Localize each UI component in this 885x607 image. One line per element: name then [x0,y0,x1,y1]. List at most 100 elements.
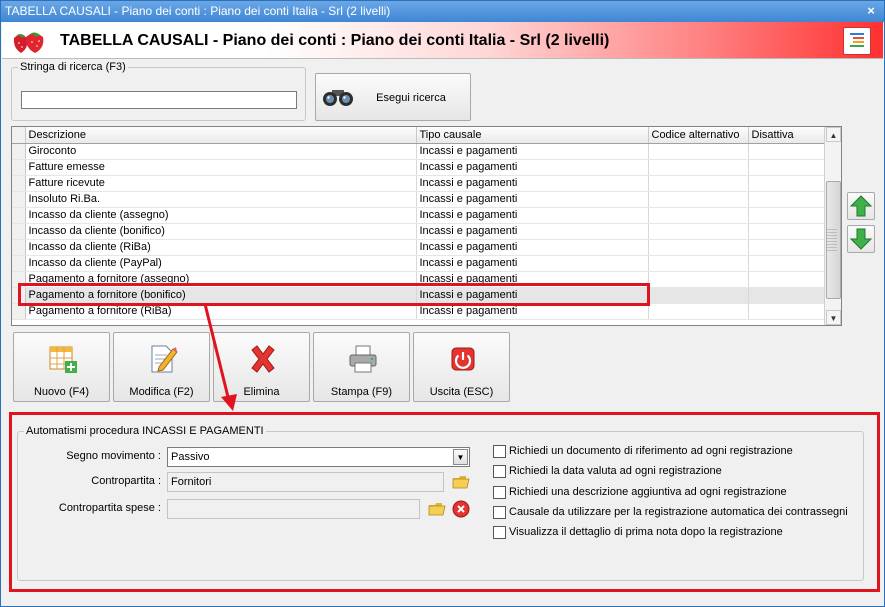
cell-disattiva [748,239,827,256]
delete-x-icon [251,345,275,373]
row-marker-header [12,127,26,144]
cell-descrizione: Incasso da cliente (assegno) [25,207,417,224]
automatismi-legend: Automatismi procedura INCASSI E PAGAMENT… [24,425,266,437]
cell-codice [648,303,749,320]
chevron-down-icon[interactable]: ▼ [453,449,468,465]
cell-disattiva [748,191,827,208]
close-icon[interactable]: × [864,4,878,18]
list-menu-icon [850,33,864,47]
table-row[interactable]: Insoluto Ri.Ba. Incassi e pagamenti [12,191,827,208]
table-row-selected[interactable]: Pagamento a fornitore (bonifico) Incassi … [12,287,827,304]
checkbox-label: Visualizza il dettaglio di prima nota do… [509,526,783,538]
checkbox-label: Richiedi la data valuta ad ogni registra… [509,465,722,477]
column-header-descrizione[interactable]: Descrizione [25,127,417,144]
window-titlebar[interactable]: TABELLA CAUSALI - Piano dei conti : Pian… [1,1,884,22]
binoculars-icon [323,90,353,106]
power-exit-icon [451,347,475,371]
move-up-button[interactable] [847,192,875,220]
folder-icon[interactable] [428,500,446,518]
checkbox-label: Richiedi una descrizione aggiuntiva ad o… [509,486,787,498]
table-row[interactable]: Pagamento a fornitore (RiBa) Incassi e pa… [12,303,827,320]
cell-descrizione: Incasso da cliente (RiBa) [25,239,417,256]
search-legend: Stringa di ricerca (F3) [18,61,128,73]
table-row[interactable]: Giroconto Incassi e pagamenti [12,143,827,160]
contropartita-spese-field[interactable] [167,499,420,519]
cell-descrizione: Pagamento a fornitore (assegno) [25,271,417,288]
cell-disattiva [748,303,827,320]
checkbox[interactable] [493,526,506,539]
cell-codice [648,271,749,288]
checkbox-label: Richiedi un documento di riferimento ad … [509,445,793,457]
cell-disattiva [748,271,827,288]
arrow-up-icon [849,195,873,217]
row-marker [12,207,26,224]
cell-tipo: Incassi e pagamenti [416,223,649,240]
cell-tipo: Incassi e pagamenti [416,271,649,288]
cell-disattiva [748,143,827,160]
cell-disattiva [748,175,827,192]
cell-disattiva [748,255,827,272]
grid-vertical-scrollbar[interactable]: ▲ ▼ [824,127,841,325]
cell-tipo: Incassi e pagamenti [416,207,649,224]
cell-tipo: Incassi e pagamenti [416,303,649,320]
app-header: TABELLA CAUSALI - Piano dei conti : Pian… [2,22,883,59]
table-row[interactable]: Incasso da cliente (bonifico) Incassi e p… [12,223,827,240]
search-input[interactable] [21,91,297,109]
cell-codice [648,239,749,256]
causali-grid[interactable]: Descrizione Tipo causale Codice alternat… [11,126,842,326]
checkbox-label: Causale da utilizzare per la registrazio… [509,506,848,518]
new-button-label: Nuovo (F4) [33,386,90,398]
cell-tipo: Incassi e pagamenti [416,159,649,176]
column-header-disattiva[interactable]: Disattiva [748,127,827,144]
table-row[interactable]: Incasso da cliente (PayPal) Incassi e pag… [12,255,827,272]
menu-list-button[interactable] [843,27,871,55]
row-marker [12,271,26,288]
row-marker [12,191,26,208]
folder-icon[interactable] [452,473,470,491]
column-header-codice-alternativo[interactable]: Codice alternativo [648,127,749,144]
search-button[interactable]: Esegui ricerca [315,73,471,121]
cell-codice [648,287,749,304]
edit-document-icon [151,345,178,373]
print-button[interactable]: Stampa (F9) [313,332,410,402]
contropartita-field[interactable]: Fornitori [167,472,444,492]
page-title: TABELLA CAUSALI - Piano dei conti : Pian… [60,32,610,49]
cell-descrizione: Fatture emesse [25,159,417,176]
table-row[interactable]: Pagamento a fornitore (assegno) Incassi e… [12,271,827,288]
cell-disattiva [748,287,827,304]
row-marker [12,175,26,192]
row-marker [12,223,26,240]
resize-grip [827,229,837,253]
search-group: Stringa di ricerca (F3) [11,61,306,121]
row-marker [12,159,26,176]
table-row[interactable]: Incasso da cliente (assegno) Incassi e pa… [12,207,827,224]
exit-button[interactable]: Uscita (ESC) [413,332,510,402]
printer-icon [349,345,377,373]
row-marker [12,303,26,320]
cell-codice [648,143,749,160]
move-down-button[interactable] [847,225,875,253]
scroll-down-arrow-icon[interactable]: ▼ [826,310,841,325]
cell-disattiva [748,223,827,240]
annotation-arrow-icon [203,303,237,411]
clear-x-icon[interactable] [452,500,470,518]
contropartita-spese-label: Contropartita spese : [58,502,161,514]
table-row[interactable]: Incasso da cliente (RiBa) Incassi e pagam… [12,239,827,256]
checkbox[interactable] [493,486,506,499]
cell-codice [648,175,749,192]
table-row[interactable]: Fatture ricevute Incassi e pagamenti [12,175,827,192]
causali-table: Descrizione Tipo causale Codice alternat… [12,127,827,320]
checkbox[interactable] [493,506,506,519]
segno-movimento-select[interactable]: Passivo ▼ [167,447,470,467]
contropartita-value: Fornitori [171,476,212,488]
cell-descrizione: Giroconto [25,143,417,160]
cell-descrizione: Incasso da cliente (PayPal) [25,255,417,272]
column-header-tipo-causale[interactable]: Tipo causale [416,127,649,144]
exit-button-label: Uscita (ESC) [429,386,494,398]
checkbox[interactable] [493,465,506,478]
new-button[interactable]: Nuovo (F4) [13,332,110,402]
table-row[interactable]: Fatture emesse Incassi e pagamenti [12,159,827,176]
scroll-up-arrow-icon[interactable]: ▲ [826,127,841,142]
window-title: TABELLA CAUSALI - Piano dei conti : Pian… [5,4,391,18]
checkbox[interactable] [493,445,506,458]
